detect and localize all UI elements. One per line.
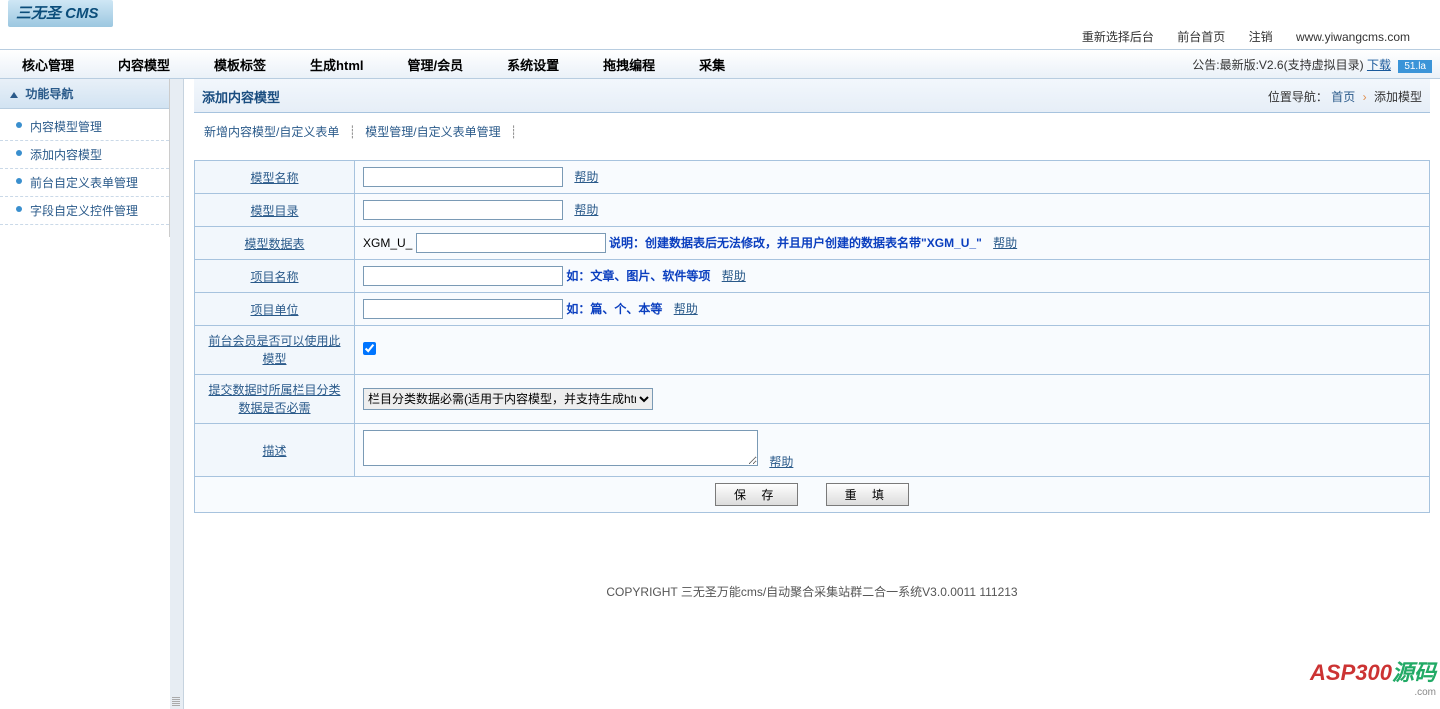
menu-model[interactable]: 内容模型 [96,49,192,80]
label-name: 模型名称 [250,171,298,185]
table-note: 说明：创建数据表后无法修改，并且用户创建的数据表名带"XGM_U_" [609,236,982,250]
input-model-dir[interactable] [363,200,563,220]
input-item-unit[interactable] [363,299,563,319]
label-submit-need: 提交数据时所属栏目分类数据是否必需 [208,383,340,415]
link-front[interactable]: 前台首页 [1177,30,1225,44]
link-reselect[interactable]: 重新选择后台 [1082,30,1154,44]
input-item-name[interactable] [363,266,563,286]
crumb-prefix: 位置导航： [1268,90,1328,104]
menu-core[interactable]: 核心管理 [0,49,96,80]
sidebar-title-text: 功能导航 [25,87,73,101]
save-button[interactable]: 保 存 [715,483,798,506]
label-item-unit: 项目单位 [250,303,298,317]
footer-copyright: COPYRIGHT 三无圣万能cms/自动聚合采集站群二合一系统V3.0.001… [194,583,1430,600]
brand-logo: 三无圣 CMS [8,0,113,27]
page-title: 添加内容模型 [202,87,280,106]
top-links: 重新选择后台 前台首页 注销 www.yiwangcms.com [0,22,1440,49]
input-model-name[interactable] [363,167,563,187]
checkbox-front-use[interactable] [363,342,376,355]
crumb-home[interactable]: 首页 [1331,90,1355,104]
help-desc[interactable]: 帮助 [769,455,793,469]
subnav-manage[interactable]: 模型管理/自定义表单管理 [365,125,500,139]
sidebar: 功能导航 内容模型管理 添加内容模型 前台自定义表单管理 字段自定义控件管理 [0,79,170,237]
link-site[interactable]: www.yiwangcms.com [1296,30,1410,44]
label-item-name: 项目名称 [250,270,298,284]
sidebar-item-front-form[interactable]: 前台自定义表单管理 [0,169,169,197]
menu-collect[interactable]: 采集 [677,49,747,80]
splitter[interactable] [170,79,184,709]
chevron-right-icon: › [1363,90,1367,104]
help-item-unit[interactable]: 帮助 [674,302,698,316]
triangle-up-icon [10,92,18,98]
sidebar-item-add-model[interactable]: 添加内容模型 [0,141,169,169]
crumb-leaf: 添加模型 [1374,90,1422,104]
item-name-eg: 如：文章、图片、软件等项 [566,269,710,283]
reset-button[interactable]: 重 填 [826,483,909,506]
help-table[interactable]: 帮助 [993,236,1017,250]
menu-member[interactable]: 管理/会员 [386,49,486,80]
label-table: 模型数据表 [244,237,304,251]
separator-icon: ┊ [349,125,356,139]
separator-icon: ┊ [510,125,517,139]
label-desc: 描述 [262,444,286,458]
notice-download[interactable]: 下载 [1367,58,1391,72]
link-logout[interactable]: 注销 [1249,30,1273,44]
help-name[interactable]: 帮助 [574,170,598,184]
sidebar-item-field-widget[interactable]: 字段自定义控件管理 [0,197,169,225]
table-prefix: XGM_U_ [363,236,412,250]
main-menu: 核心管理 内容模型 模板标签 生成html 管理/会员 系统设置 拖拽编程 采集… [0,49,1440,79]
subnav-add[interactable]: 新增内容模型/自定义表单 [204,125,339,139]
sidebar-title[interactable]: 功能导航 [0,79,169,109]
menu-settings[interactable]: 系统设置 [485,49,581,80]
breadcrumb: 位置导航： 首页 › 添加模型 [1268,88,1422,105]
menu-genhtml[interactable]: 生成html [288,49,385,80]
menu-drag[interactable]: 拖拽编程 [581,49,677,80]
label-front-use: 前台会员是否可以使用此模型 [208,334,340,366]
item-unit-eg: 如：篇、个、本等 [566,302,662,316]
help-item-name[interactable]: 帮助 [722,269,746,283]
grip-icon [172,697,180,707]
stat-badge: 51.la [1398,60,1432,73]
input-model-table[interactable] [416,233,606,253]
sidebar-item-model-manage[interactable]: 内容模型管理 [0,113,169,141]
notice-text: 公告:最新版:V2.6(支持虚拟目录) [1192,58,1363,72]
model-form: 模型名称 帮助 模型目录 帮助 模型数据表 XGM_U_ 说明：创建数据表后 [194,160,1430,513]
help-dir[interactable]: 帮助 [574,203,598,217]
textarea-desc[interactable] [363,430,758,466]
menu-template[interactable]: 模板标签 [192,49,288,80]
select-submit-need[interactable]: 栏目分类数据必需(适用于内容模型，并支持生成html) [363,388,653,410]
label-dir: 模型目录 [250,204,298,218]
